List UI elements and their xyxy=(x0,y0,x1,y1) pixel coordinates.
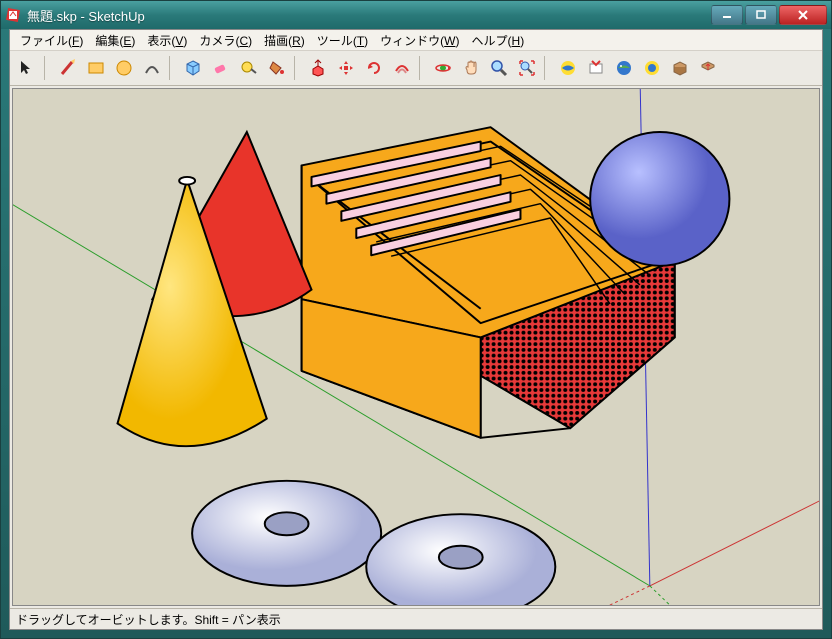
menu-tools[interactable]: ツール(T) xyxy=(311,30,374,51)
window-controls xyxy=(711,5,827,25)
tool-zoom-extents[interactable] xyxy=(514,55,540,81)
close-button[interactable] xyxy=(779,5,827,25)
tool-extension-warehouse[interactable] xyxy=(695,55,721,81)
tool-zoom[interactable] xyxy=(486,55,512,81)
titlebar[interactable]: 無題.skp - SketchUp xyxy=(1,1,831,29)
tool-make-component[interactable] xyxy=(180,55,206,81)
tool-tape-measure[interactable] xyxy=(236,55,262,81)
maximize-button[interactable] xyxy=(745,5,777,25)
window-title: 無題.skp - SketchUp xyxy=(27,6,711,25)
tool-arc[interactable] xyxy=(139,55,165,81)
tool-move[interactable] xyxy=(333,55,359,81)
tool-paint-bucket[interactable] xyxy=(264,55,290,81)
toolbar-separator xyxy=(294,56,301,80)
tool-get-models[interactable] xyxy=(555,55,581,81)
tool-select[interactable] xyxy=(14,55,40,81)
toolbar-separator xyxy=(544,56,551,80)
app-icon xyxy=(5,7,21,23)
toolbar-separator xyxy=(44,56,51,80)
tool-rotate[interactable] xyxy=(361,55,387,81)
app-window: 無題.skp - SketchUp ファイル(F) 編集(E) 表示(V) カメ… xyxy=(0,0,832,639)
toolbar-separator xyxy=(169,56,176,80)
menu-view[interactable]: 表示(V) xyxy=(141,30,193,51)
statusbar: ドラッグしてオービットします。Shift = パン表示 xyxy=(10,608,822,629)
tool-line[interactable] xyxy=(55,55,81,81)
menubar: ファイル(F) 編集(E) 表示(V) カメラ(C) 描画(R) ツール(T) … xyxy=(10,30,822,51)
toolbar xyxy=(10,51,822,86)
menu-file[interactable]: ファイル(F) xyxy=(14,30,89,51)
tool-pan[interactable] xyxy=(458,55,484,81)
minimize-button[interactable] xyxy=(711,5,743,25)
toolbar-separator xyxy=(419,56,426,80)
tool-extensions[interactable] xyxy=(667,55,693,81)
tool-push-pull[interactable] xyxy=(305,55,331,81)
tool-offset[interactable] xyxy=(389,55,415,81)
menu-camera[interactable]: カメラ(C) xyxy=(193,30,258,51)
scene-canvas xyxy=(13,89,819,605)
tool-rectangle[interactable] xyxy=(83,55,109,81)
menu-window[interactable]: ウィンドウ(W) xyxy=(374,30,465,51)
tool-eraser[interactable] xyxy=(208,55,234,81)
tool-preview[interactable] xyxy=(611,55,637,81)
menu-help[interactable]: ヘルプ(H) xyxy=(466,30,531,51)
viewport-3d[interactable] xyxy=(12,88,820,606)
tool-warehouse[interactable] xyxy=(639,55,665,81)
menu-draw[interactable]: 描画(R) xyxy=(258,30,311,51)
status-text: ドラッグしてオービットします。Shift = パン表示 xyxy=(16,611,281,628)
client-area: ファイル(F) 編集(E) 表示(V) カメラ(C) 描画(R) ツール(T) … xyxy=(9,29,823,630)
tool-orbit[interactable] xyxy=(430,55,456,81)
menu-edit[interactable]: 編集(E) xyxy=(89,30,141,51)
tool-share-model[interactable] xyxy=(583,55,609,81)
tool-circle[interactable] xyxy=(111,55,137,81)
